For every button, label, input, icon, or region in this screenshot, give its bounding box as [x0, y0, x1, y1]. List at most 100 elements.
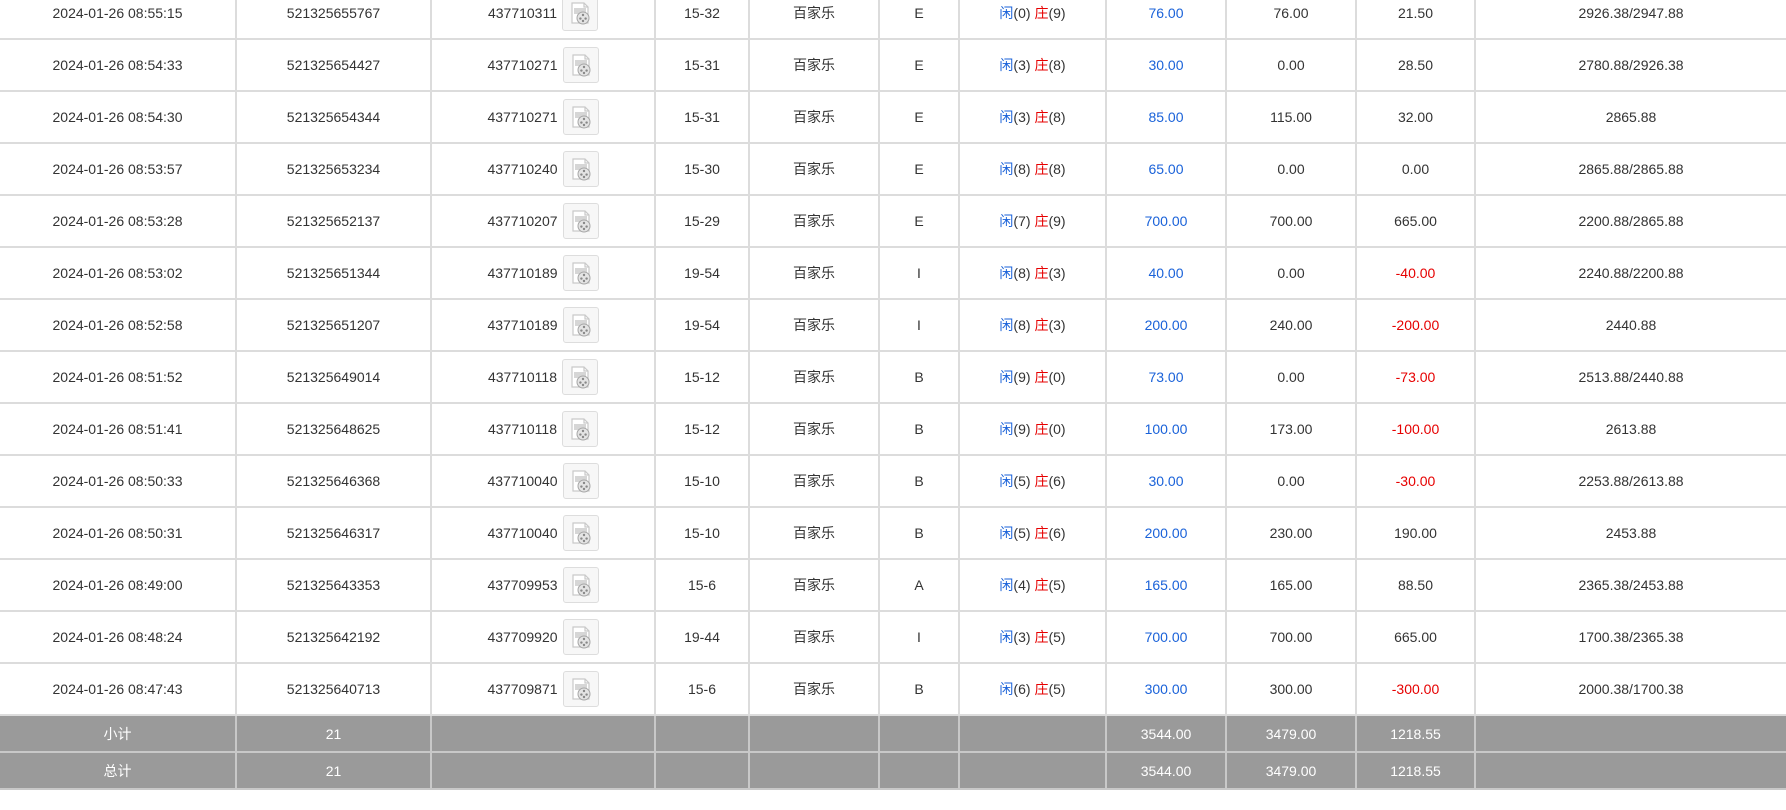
- round-wrap: 437710240: [487, 151, 599, 187]
- seat: B: [914, 369, 924, 385]
- seat-cell: I: [878, 246, 960, 300]
- bet-amount-link[interactable]: 30.00: [1148, 57, 1183, 73]
- seat-cell: B: [878, 402, 960, 456]
- payout-amount: -300.00: [1391, 681, 1440, 697]
- payout-cell: 0.00: [1355, 142, 1476, 196]
- valid-bet-cell: 0.00: [1225, 38, 1357, 92]
- game-type-cell: 百家乐: [748, 662, 880, 716]
- summary-empty-cell: [1474, 751, 1786, 790]
- game-type: 百家乐: [793, 369, 835, 385]
- bet-amount-link[interactable]: 30.00: [1148, 473, 1183, 489]
- replay-video-icon[interactable]: [562, 411, 599, 447]
- round-number: 437709871: [487, 681, 558, 697]
- bet-amount-link[interactable]: 200.00: [1145, 525, 1188, 541]
- bet-amount-cell: 30.00: [1105, 454, 1227, 508]
- bet-amount-link[interactable]: 40.00: [1148, 265, 1183, 281]
- order-number-cell: 521325640713: [235, 662, 432, 716]
- table-row: 2024-01-26 08:51:41 521325648625 4377101…: [0, 402, 1786, 456]
- table-row: 2024-01-26 08:50:33 521325646368 4377100…: [0, 454, 1786, 508]
- game-type: 百家乐: [793, 681, 835, 697]
- payout-amount: 0.00: [1401, 161, 1430, 177]
- banker-points: (8): [1048, 109, 1066, 125]
- round-wrap: 437710040: [487, 515, 599, 551]
- replay-video-icon[interactable]: [562, 463, 599, 499]
- round-number: 437710271: [487, 109, 558, 125]
- table-number-cell: 15-6: [654, 558, 750, 612]
- bet-amount-link[interactable]: 300.00: [1145, 681, 1188, 697]
- bet-amount-link[interactable]: 700.00: [1145, 213, 1188, 229]
- banker-points: (5): [1048, 577, 1066, 593]
- replay-video-icon[interactable]: [562, 151, 599, 187]
- banker-points: (5): [1048, 681, 1066, 697]
- round-number-cell: 437710311: [430, 0, 656, 40]
- bet-time: 2024-01-26 08:49:00: [52, 577, 183, 593]
- table-number: 15-32: [684, 5, 720, 21]
- table-row: 2024-01-26 08:47:43 521325640713 4377098…: [0, 662, 1786, 716]
- bet-amount-link[interactable]: 165.00: [1145, 577, 1188, 593]
- round-wrap: 437709871: [487, 671, 599, 707]
- table-number: 19-54: [684, 265, 720, 281]
- round-number-cell: 437709871: [430, 662, 656, 716]
- replay-video-icon[interactable]: [562, 0, 599, 31]
- table-number-cell: 19-54: [654, 246, 750, 300]
- order-number-cell: 521325651344: [235, 246, 432, 300]
- replay-video-icon[interactable]: [562, 619, 599, 655]
- summary-bet-total: 3544.00: [1140, 762, 1192, 779]
- valid-bet-amount: 173.00: [1269, 421, 1313, 437]
- replay-video-icon[interactable]: [562, 515, 599, 551]
- table-number: 15-29: [684, 213, 720, 229]
- result-cell: 闲(8) 庄(3): [958, 246, 1107, 300]
- replay-video-icon[interactable]: [562, 307, 599, 343]
- game-type: 百家乐: [793, 629, 835, 645]
- player-points: (5): [1013, 525, 1031, 541]
- table-number: 15-31: [684, 109, 720, 125]
- replay-video-icon[interactable]: [562, 47, 599, 83]
- round-number-cell: 437710118: [430, 402, 656, 456]
- table-number: 15-12: [684, 369, 720, 385]
- replay-video-icon[interactable]: [562, 567, 599, 603]
- bet-time-cell: 2024-01-26 08:53:02: [0, 246, 237, 300]
- player-label: 闲: [999, 265, 1014, 281]
- replay-video-icon[interactable]: [562, 671, 599, 707]
- replay-video-icon[interactable]: [562, 255, 599, 291]
- summary-count: 21: [325, 725, 342, 742]
- order-number: 521325642192: [286, 629, 381, 645]
- bet-amount-link[interactable]: 200.00: [1145, 317, 1188, 333]
- payout-cell: -300.00: [1355, 662, 1476, 716]
- replay-video-icon[interactable]: [562, 203, 599, 239]
- player-points: (5): [1013, 473, 1031, 489]
- valid-bet-amount: 0.00: [1277, 369, 1305, 385]
- game-type: 百家乐: [793, 473, 835, 489]
- balance-cell: 2453.88: [1474, 506, 1786, 560]
- bet-time-cell: 2024-01-26 08:50:31: [0, 506, 237, 560]
- balance-change: 2240.88/2200.88: [1578, 265, 1684, 281]
- table-number-cell: 15-10: [654, 454, 750, 508]
- player-label: 闲: [999, 629, 1014, 645]
- player-points: (8): [1013, 265, 1031, 281]
- replay-video-icon[interactable]: [562, 99, 599, 135]
- round-number: 437710040: [487, 473, 558, 489]
- banker-label: 庄: [1034, 369, 1049, 385]
- table-number-cell: 15-31: [654, 38, 750, 92]
- summary-empty-cell: [748, 714, 880, 753]
- seat-cell: B: [878, 662, 960, 716]
- banker-points: (3): [1048, 317, 1066, 333]
- bet-amount-link[interactable]: 65.00: [1148, 161, 1183, 177]
- table-number-cell: 15-6: [654, 662, 750, 716]
- game-type-cell: 百家乐: [748, 506, 880, 560]
- summary-empty-cell: [878, 714, 960, 753]
- bet-amount-cell: 700.00: [1105, 610, 1227, 664]
- seat-cell: E: [878, 194, 960, 248]
- bet-amount-link[interactable]: 100.00: [1145, 421, 1188, 437]
- round-wrap: 437709953: [487, 567, 599, 603]
- replay-video-icon[interactable]: [562, 359, 599, 395]
- payout-amount: -73.00: [1395, 369, 1436, 385]
- bet-time: 2024-01-26 08:53:57: [52, 161, 183, 177]
- seat: E: [914, 213, 924, 229]
- round-number-cell: 437710189: [430, 246, 656, 300]
- bet-amount-link[interactable]: 700.00: [1145, 629, 1188, 645]
- bet-amount-link[interactable]: 85.00: [1148, 109, 1183, 125]
- bet-amount-link[interactable]: 76.00: [1148, 5, 1183, 21]
- player-points: (3): [1013, 57, 1031, 73]
- bet-amount-link[interactable]: 73.00: [1148, 369, 1183, 385]
